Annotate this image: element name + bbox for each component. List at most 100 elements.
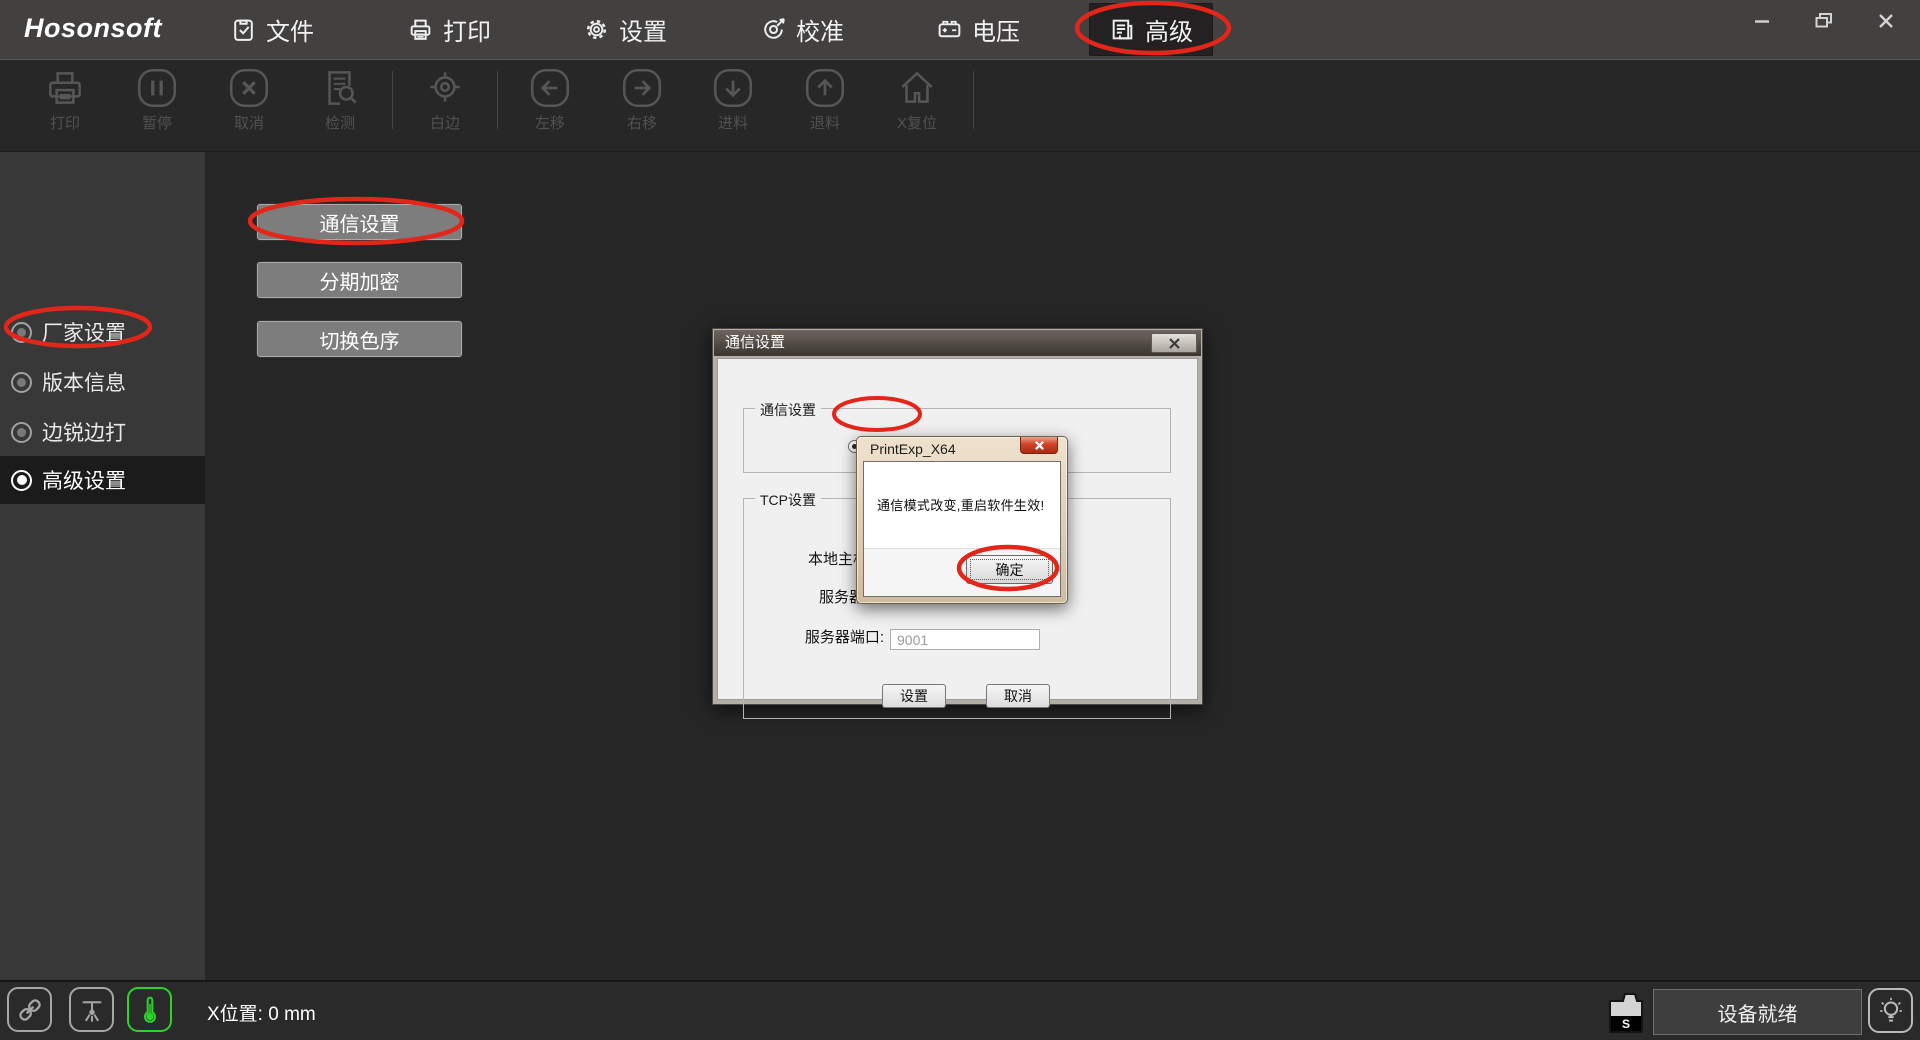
crosshair-icon bbox=[422, 65, 468, 111]
device-status-badge: 设备就绪 bbox=[1653, 989, 1862, 1035]
toolbar-separator bbox=[973, 71, 974, 129]
button-label: 确定 bbox=[996, 560, 1024, 580]
light-button[interactable] bbox=[1868, 988, 1913, 1033]
localhost-label: 本地主机 bbox=[773, 548, 868, 569]
modal-title: PrintExp_X64 bbox=[870, 441, 956, 457]
close-button[interactable] bbox=[1866, 4, 1906, 38]
toolbar-separator bbox=[497, 71, 498, 129]
sidebar-item-label: 边锐边打 bbox=[42, 417, 126, 447]
menu-item-voltage[interactable]: 电压 bbox=[916, 3, 1040, 56]
toolbar: 打印 暂停 取消 检测 bbox=[0, 61, 1920, 152]
toolbar-separator bbox=[392, 71, 393, 129]
menu-item-label: 文件 bbox=[266, 12, 314, 47]
server-port-label: 服务器端口: bbox=[773, 626, 884, 647]
ink-tank-indicator: S bbox=[1604, 989, 1648, 1035]
toolbar-whiteedge-button[interactable]: 白边 bbox=[403, 65, 487, 133]
printhead-button[interactable] bbox=[69, 987, 114, 1032]
titlebar: Hosonsoft 文件 打印 设置 bbox=[0, 0, 1920, 60]
arrow-up-icon bbox=[802, 65, 848, 111]
app-window: Hosonsoft 文件 打印 设置 bbox=[0, 0, 1920, 1040]
advanced-list-icon bbox=[1109, 16, 1136, 43]
arrow-right-icon bbox=[619, 65, 665, 111]
toolbar-item-label: 取消 bbox=[234, 112, 264, 133]
cancel-icon bbox=[226, 65, 272, 111]
modal-close-button[interactable] bbox=[1020, 437, 1058, 454]
arrow-left-icon bbox=[527, 65, 573, 111]
toolbar-move-left-button[interactable]: 左移 bbox=[508, 65, 592, 133]
gear-icon bbox=[583, 16, 610, 43]
statusbar: X位置: 0 mm S 设备就绪 bbox=[0, 980, 1920, 1040]
server-port-input[interactable] bbox=[890, 629, 1040, 650]
sidebar-item-factory-settings[interactable]: 厂家设置 bbox=[0, 308, 205, 356]
detect-doc-search-icon bbox=[317, 65, 363, 111]
sidebar-item-edge-sharp-print[interactable]: 边锐边打 bbox=[0, 408, 205, 456]
toolbar-detect-button[interactable]: 检测 bbox=[298, 65, 382, 133]
menu-item-calibrate[interactable]: 校准 bbox=[740, 3, 864, 56]
dialog-titlebar[interactable]: 通信设置 bbox=[714, 330, 1201, 356]
menu-item-label: 设置 bbox=[619, 12, 667, 47]
menu-item-print[interactable]: 打印 bbox=[387, 3, 511, 56]
button-label: 取消 bbox=[1004, 686, 1032, 706]
menu-item-label: 打印 bbox=[443, 12, 491, 47]
thermometer-icon bbox=[133, 993, 167, 1027]
minimize-button[interactable] bbox=[1742, 4, 1782, 38]
pause-icon bbox=[134, 65, 180, 111]
printexp-message-modal: PrintExp_X64 通信模式改变,重启软件生效! 确定 bbox=[856, 436, 1068, 604]
printer-icon bbox=[407, 16, 434, 43]
modal-panel: 通信模式改变,重启软件生效! 确定 bbox=[863, 461, 1061, 597]
button-label: 分期加密 bbox=[320, 266, 400, 295]
toolbar-pause-button[interactable]: 暂停 bbox=[115, 65, 199, 133]
toolbar-item-label: 退料 bbox=[810, 112, 840, 133]
button-label: 设置 bbox=[900, 686, 928, 706]
toolbar-withdraw-button[interactable]: 退料 bbox=[783, 65, 867, 133]
toolbar-feed-button[interactable]: 进料 bbox=[691, 65, 775, 133]
switch-color-order-button[interactable]: 切换色序 bbox=[257, 321, 462, 357]
sidebar: 厂家设置 版本信息 边锐边打 高级设置 bbox=[0, 152, 205, 980]
toolbar-item-label: 白边 bbox=[430, 112, 460, 133]
menu-item-settings[interactable]: 设置 bbox=[563, 3, 687, 56]
calibrate-target-icon bbox=[760, 16, 787, 43]
ink-tank-label: S bbox=[1604, 1017, 1648, 1031]
toolbar-print-button[interactable]: 打印 bbox=[23, 65, 107, 133]
modal-button-area: 确定 bbox=[864, 548, 1060, 596]
restore-button[interactable] bbox=[1804, 4, 1844, 38]
home-icon bbox=[894, 65, 940, 111]
groupbox-label: 通信设置 bbox=[755, 400, 821, 420]
modal-message: 通信模式改变,重启软件生效! bbox=[877, 495, 1044, 514]
connection-link-button[interactable] bbox=[7, 987, 52, 1032]
server-label: 服务器 bbox=[773, 586, 864, 607]
printer-icon bbox=[42, 65, 88, 111]
ok-button[interactable]: 确定 bbox=[966, 555, 1053, 584]
dialog-set-button[interactable]: 设置 bbox=[882, 684, 946, 708]
toolbar-item-label: 进料 bbox=[718, 112, 748, 133]
menu-item-label: 校准 bbox=[796, 12, 844, 47]
app-logo: Hosonsoft bbox=[24, 13, 162, 44]
groupbox-label: TCP设置 bbox=[755, 490, 821, 510]
link-icon bbox=[13, 993, 47, 1027]
toolbar-item-label: 左移 bbox=[535, 112, 565, 133]
button-label: 通信设置 bbox=[320, 208, 400, 237]
staged-encryption-button[interactable]: 分期加密 bbox=[257, 262, 462, 298]
radio-icon bbox=[11, 322, 32, 343]
menu-item-file[interactable]: 文件 bbox=[210, 3, 334, 56]
sidebar-item-label: 高级设置 bbox=[42, 465, 126, 495]
radio-icon bbox=[11, 470, 32, 491]
sidebar-item-version-info[interactable]: 版本信息 bbox=[0, 358, 205, 406]
device-status-text: 设备就绪 bbox=[1718, 998, 1798, 1027]
lightbulb-icon bbox=[1874, 994, 1908, 1028]
sidebar-item-advanced-settings[interactable]: 高级设置 bbox=[0, 456, 205, 504]
toolbar-item-label: 暂停 bbox=[142, 112, 172, 133]
dialog-close-button[interactable] bbox=[1151, 333, 1197, 353]
menu-item-label: 高级 bbox=[1145, 12, 1193, 47]
dialog-cancel-button[interactable]: 取消 bbox=[986, 684, 1050, 708]
comm-settings-button[interactable]: 通信设置 bbox=[257, 204, 462, 240]
toolbar-x-reset-button[interactable]: X复位 bbox=[875, 65, 959, 133]
menu-item-advanced[interactable]: 高级 bbox=[1089, 3, 1213, 56]
sidebar-item-label: 版本信息 bbox=[42, 367, 126, 397]
temperature-button[interactable] bbox=[127, 987, 172, 1032]
toolbar-item-label: X复位 bbox=[897, 112, 937, 133]
button-label: 切换色序 bbox=[320, 325, 400, 354]
radio-icon bbox=[11, 422, 32, 443]
toolbar-cancel-button[interactable]: 取消 bbox=[207, 65, 291, 133]
toolbar-move-right-button[interactable]: 右移 bbox=[600, 65, 684, 133]
